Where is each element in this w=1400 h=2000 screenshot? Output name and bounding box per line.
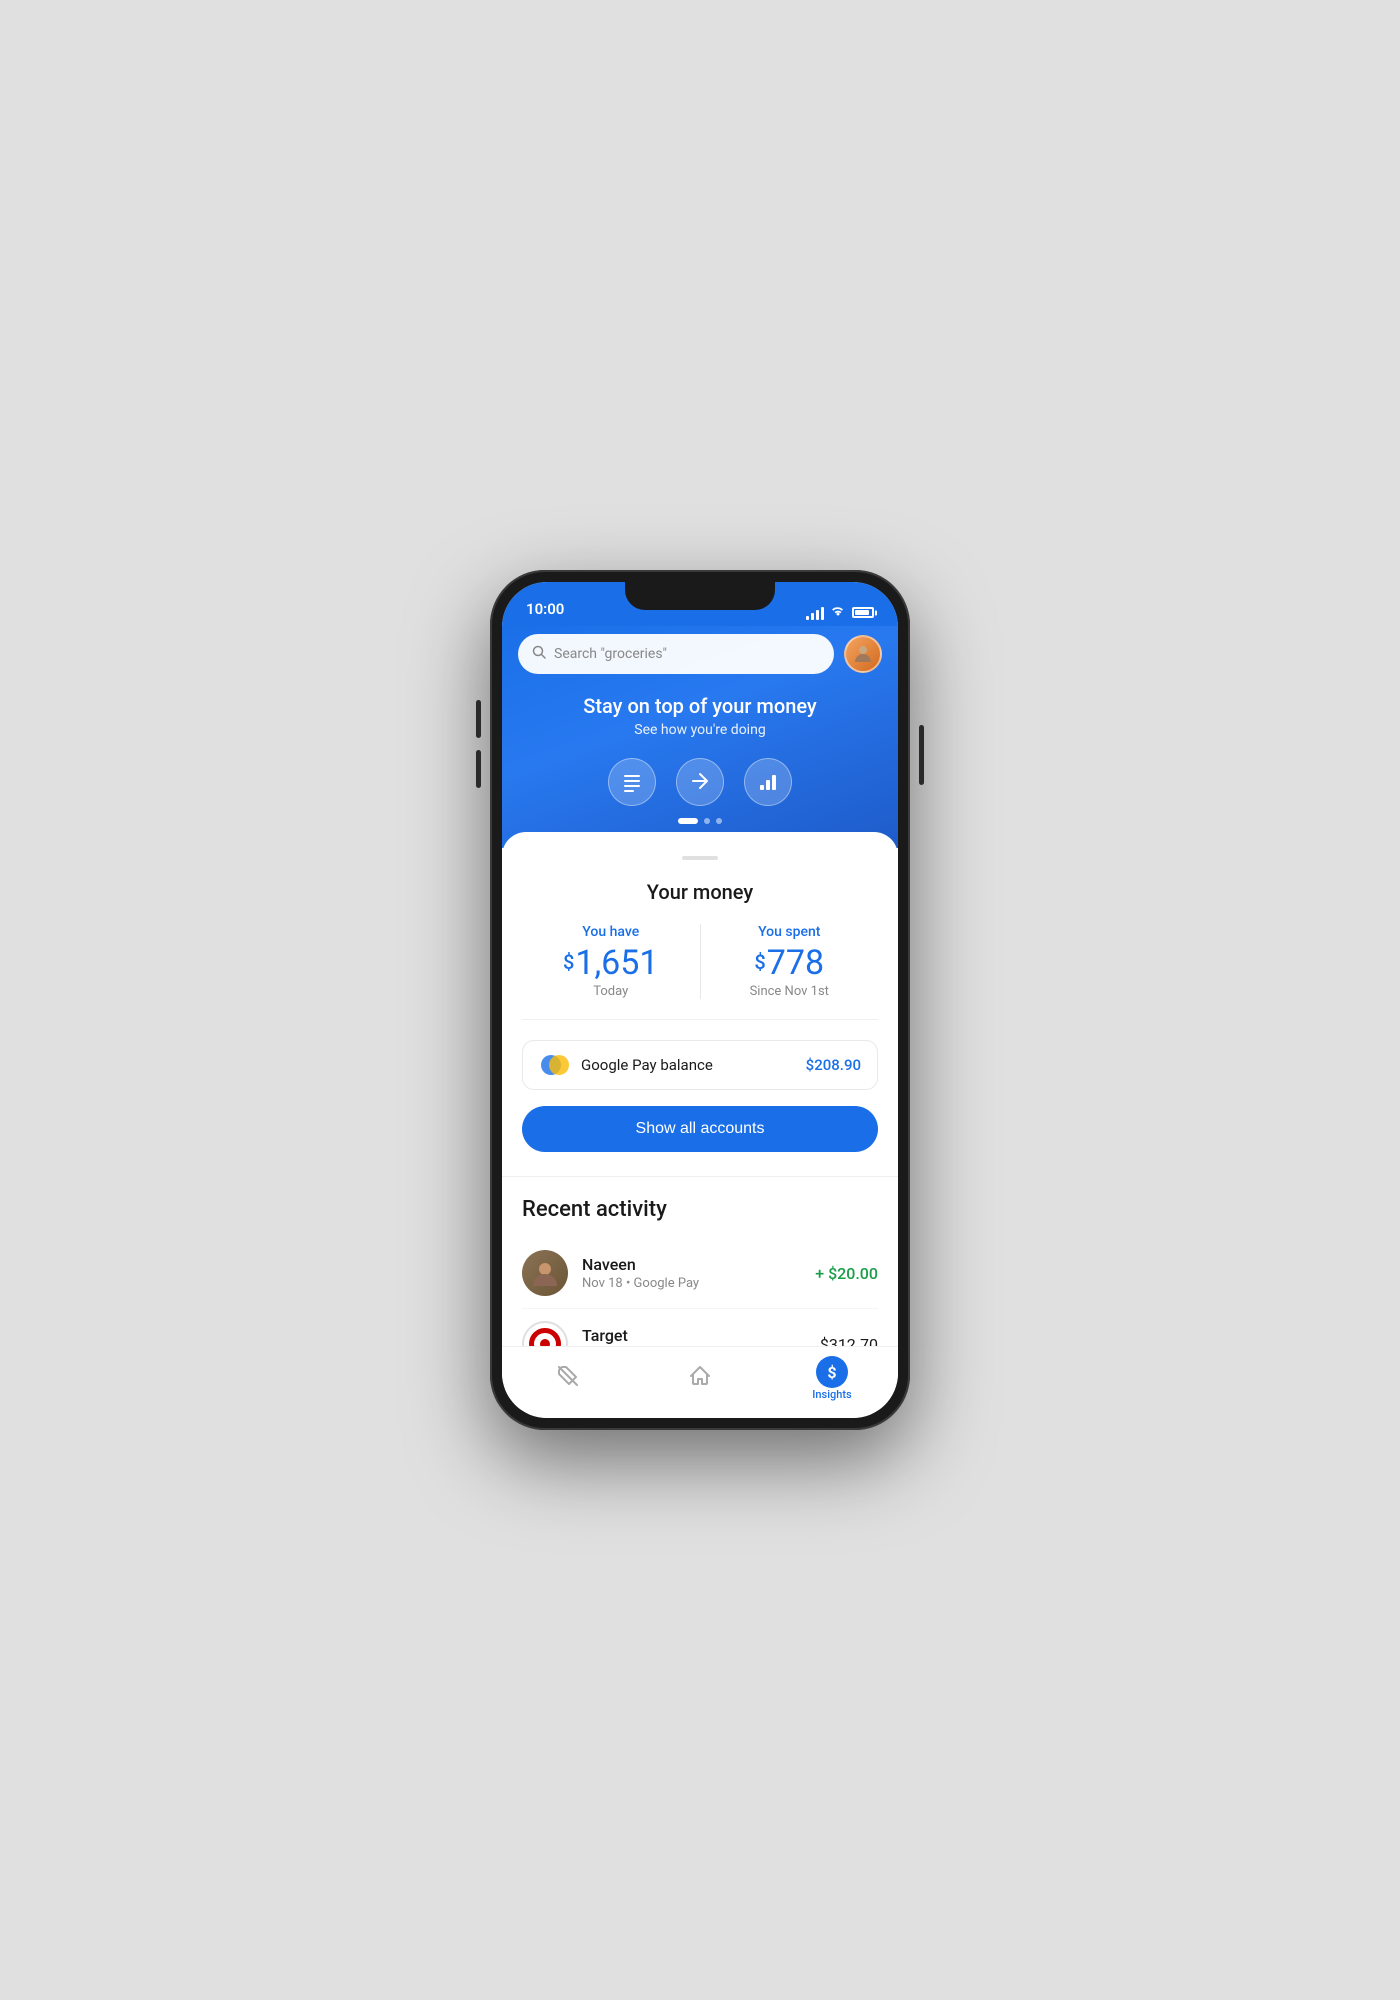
gpay-balance-name: Google Pay balance [581, 1056, 713, 1074]
balance-left: Google Pay balance [539, 1053, 713, 1077]
power-button[interactable] [919, 725, 924, 785]
status-icons [806, 605, 874, 620]
gpay-balance-amount: $208.90 [806, 1056, 861, 1074]
hero-title: Stay on top of your money [518, 694, 882, 718]
you-spent-amount: $ 778 [701, 946, 879, 980]
nav-offers[interactable] [502, 1364, 634, 1394]
avatar[interactable] [844, 635, 882, 673]
carousel-dots [518, 818, 882, 824]
money-row: You have $ 1,651 Today You spent $ 778 S… [522, 924, 878, 1020]
action-send-button[interactable] [676, 758, 724, 806]
offers-icon [556, 1364, 580, 1394]
naveen-name: Naveen [582, 1255, 699, 1274]
your-money-title: Your money [522, 880, 878, 904]
search-row: Search "groceries" [518, 634, 882, 674]
target-amount: $312.70 [820, 1335, 878, 1347]
you-spent-value: 778 [767, 946, 824, 980]
volume-down-button[interactable] [476, 750, 481, 788]
activity-item-naveen[interactable]: Naveen Nov 18 • Google Pay + $20.00 [522, 1238, 878, 1309]
show-all-accounts-button[interactable]: Show all accounts [522, 1106, 878, 1152]
you-spent-desc: Since Nov 1st [701, 984, 879, 999]
hero-section: Stay on top of your money See how you're… [518, 694, 882, 738]
activity-item-target[interactable]: Target Oct 29 $312.70 [522, 1309, 878, 1346]
insights-badge-icon: $ [827, 1363, 836, 1382]
nav-insights[interactable]: $ Insights [766, 1356, 898, 1401]
battery-icon [852, 607, 874, 618]
activity-left-naveen: Naveen Nov 18 • Google Pay [522, 1250, 699, 1296]
insights-badge: $ [816, 1356, 848, 1388]
divider [502, 1176, 898, 1177]
signal-icon [806, 606, 824, 620]
search-icon [532, 645, 546, 663]
action-chart-button[interactable] [744, 758, 792, 806]
recent-activity-title: Recent activity [522, 1197, 878, 1222]
quick-actions [518, 758, 882, 806]
insights-label: Insights [812, 1388, 851, 1401]
home-icon [688, 1364, 712, 1394]
you-have-amount: $ 1,651 [522, 946, 700, 980]
wifi-icon [830, 605, 846, 620]
target-logo [522, 1321, 568, 1346]
activity-info-target: Target Oct 29 [582, 1326, 628, 1346]
drag-handle [682, 856, 718, 860]
you-have-col: You have $ 1,651 Today [522, 924, 701, 999]
phone-frame: 10:00 [490, 570, 910, 1430]
you-spent-dollar: $ [754, 952, 765, 972]
naveen-meta: Nov 18 • Google Pay [582, 1276, 699, 1291]
activity-left-target: Target Oct 29 [522, 1321, 628, 1346]
dot-3 [716, 818, 722, 824]
search-placeholder: Search "groceries" [554, 646, 667, 662]
you-have-dollar: $ [563, 952, 574, 972]
gpay-balance-row[interactable]: Google Pay balance $208.90 [522, 1040, 878, 1090]
volume-up-button[interactable] [476, 700, 481, 738]
status-time: 10:00 [526, 600, 564, 620]
you-have-value: 1,651 [575, 946, 658, 980]
hero-subtitle: See how you're doing [518, 722, 882, 738]
you-have-desc: Today [522, 984, 700, 999]
activity-info-naveen: Naveen Nov 18 • Google Pay [582, 1255, 699, 1291]
phone-screen: 10:00 [502, 582, 898, 1418]
you-spent-col: You spent $ 778 Since Nov 1st [701, 924, 879, 999]
header-section: Search "groceries" Stay on top of your m… [502, 626, 898, 848]
gpay-icon [539, 1053, 571, 1077]
dot-2 [704, 818, 710, 824]
notch [625, 582, 775, 610]
action-list-button[interactable] [608, 758, 656, 806]
card-section: Your money You have $ 1,651 Today You sp… [502, 832, 898, 1346]
naveen-amount: + $20.00 [815, 1264, 878, 1283]
you-spent-label: You spent [701, 924, 879, 940]
you-have-label: You have [522, 924, 700, 940]
naveen-avatar [522, 1250, 568, 1296]
search-bar[interactable]: Search "groceries" [518, 634, 834, 674]
dot-1 [678, 818, 698, 824]
nav-home[interactable] [634, 1364, 766, 1394]
bottom-nav: $ Insights [502, 1346, 898, 1418]
target-name: Target [582, 1326, 628, 1345]
